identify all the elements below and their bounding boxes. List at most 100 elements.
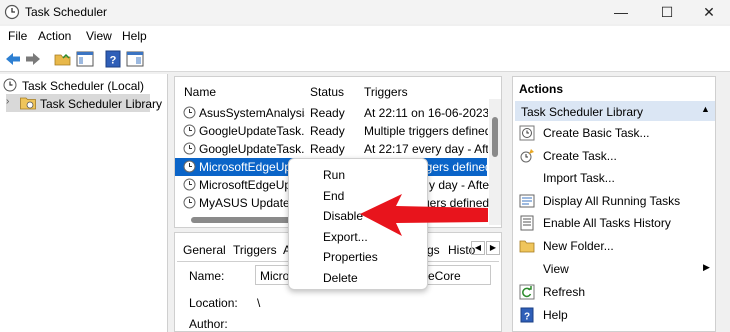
menu-view[interactable]: View <box>86 29 112 43</box>
action-label: Create Task... <box>543 149 617 163</box>
task-status: Ready <box>310 142 345 156</box>
folder-icon <box>519 240 535 253</box>
toolbar: ? <box>0 46 730 72</box>
task-triggers: Multiple triggers defined <box>364 124 488 138</box>
menu-bar: File Action View Help <box>0 26 730 46</box>
context-run[interactable]: Run <box>323 168 345 182</box>
clock-icon <box>3 78 17 92</box>
name-label: Name: <box>189 269 225 283</box>
task-triggers: ggers defined <box>419 160 489 174</box>
create-basic-task-icon <box>519 125 535 141</box>
show-hide-console-tree-icon[interactable] <box>76 50 94 68</box>
vertical-scrollbar[interactable] <box>489 99 501 225</box>
menu-action[interactable]: Action <box>38 29 71 43</box>
close-button[interactable]: ✕ <box>686 0 730 24</box>
action-label: View <box>543 262 569 276</box>
task-clock-icon <box>183 124 196 137</box>
scrollbar-thumb[interactable] <box>492 117 498 157</box>
action-label: Create Basic Task... <box>543 126 650 140</box>
action-refresh[interactable]: Refresh <box>517 281 713 303</box>
task-triggers: At 22:17 every day - After <box>364 142 488 156</box>
svg-text:?: ? <box>524 312 530 323</box>
help-toolbar-icon[interactable]: ? <box>104 50 122 68</box>
action-display-running-tasks[interactable]: Display All Running Tasks <box>517 190 713 212</box>
task-clock-icon <box>183 178 196 191</box>
forward-arrow-icon[interactable] <box>24 50 42 68</box>
actions-section-header[interactable]: Task Scheduler Library ▲ <box>515 101 715 121</box>
tab-scroll-left-icon[interactable]: ◀ <box>471 241 485 255</box>
action-label: Refresh <box>543 285 586 299</box>
task-status: Ready <box>310 106 345 120</box>
name-field-start: Micro <box>260 269 290 283</box>
task-clock-icon <box>183 106 196 119</box>
task-row[interactable]: AsusSystemAnalysis... Ready At 22:11 on … <box>175 104 488 122</box>
author-label: Author: <box>189 317 228 331</box>
back-arrow-icon[interactable] <box>4 50 22 68</box>
action-label: Display All Running Tasks <box>543 194 681 208</box>
column-header-triggers[interactable]: Triggers <box>364 85 408 99</box>
actions-title: Actions <box>519 82 564 96</box>
location-label: Location: <box>189 296 238 310</box>
action-create-basic-task[interactable]: Create Basic Task... <box>517 122 713 144</box>
action-label: Help <box>543 308 568 322</box>
window-title: Task Scheduler <box>25 5 108 19</box>
task-clock-icon <box>183 196 196 209</box>
task-status: Ready <box>310 124 345 138</box>
action-label: Enable All Tasks History <box>543 216 671 230</box>
create-task-icon <box>520 149 534 163</box>
tree-library-label: Task Scheduler Library <box>40 97 163 111</box>
action-create-task[interactable]: Create Task... <box>517 145 713 167</box>
action-new-folder[interactable]: New Folder... <box>517 235 713 257</box>
refresh-icon <box>519 284 535 300</box>
tab-general[interactable]: General <box>183 243 226 257</box>
column-header-name[interactable]: Name <box>184 85 216 99</box>
running-tasks-icon <box>519 194 535 208</box>
actions-section-label: Task Scheduler Library <box>521 105 644 119</box>
up-folder-icon[interactable] <box>54 50 72 68</box>
task-clock-icon <box>183 160 196 173</box>
name-field-end: eCore <box>428 269 461 283</box>
tree-root-label: Task Scheduler (Local) <box>22 79 145 93</box>
task-name: GoogleUpdateTask... <box>199 124 305 138</box>
location-value: \ <box>257 296 261 310</box>
maximize-button[interactable]: ☐ <box>644 0 690 24</box>
tab-settings[interactable]: gs <box>427 243 440 257</box>
menu-file[interactable]: File <box>8 29 27 43</box>
context-end[interactable]: End <box>323 189 344 203</box>
actions-scrollbar[interactable] <box>718 76 730 332</box>
history-icon <box>520 215 534 231</box>
actions-pane: Actions Task Scheduler Library ▲ Create … <box>512 76 716 332</box>
task-triggers: At 22:11 on 16-06-2023 - A <box>364 106 488 120</box>
minimize-button[interactable]: — <box>598 0 644 24</box>
task-clock-icon <box>183 142 196 155</box>
task-row[interactable]: GoogleUpdateTask... Ready At 22:17 every… <box>175 140 488 158</box>
menu-help[interactable]: Help <box>122 29 147 43</box>
tab-scroll-right-icon[interactable]: ▶ <box>486 241 500 255</box>
tree-item-task-scheduler-library[interactable]: › Task Scheduler Library <box>6 94 162 112</box>
submenu-arrow-icon: ▶ <box>703 262 710 272</box>
svg-text:?: ? <box>110 55 117 67</box>
tab-triggers[interactable]: Triggers <box>233 243 277 257</box>
task-scheduler-clock-icon <box>4 4 20 20</box>
action-import-task[interactable]: Import Task... <box>517 167 713 189</box>
action-view[interactable]: View ▶ <box>517 258 713 280</box>
task-row[interactable]: GoogleUpdateTask... Ready Multiple trigg… <box>175 122 488 140</box>
folder-clock-icon <box>20 97 36 110</box>
action-label: New Folder... <box>543 239 614 253</box>
context-properties[interactable]: Properties <box>323 250 378 264</box>
action-enable-tasks-history[interactable]: Enable All Tasks History <box>517 212 713 234</box>
show-hide-action-pane-icon[interactable] <box>126 50 144 68</box>
task-name: GoogleUpdateTask... <box>199 142 305 156</box>
expand-chevron-icon[interactable]: › <box>6 96 9 107</box>
action-help[interactable]: ? Help <box>517 304 713 326</box>
console-tree: Task Scheduler (Local) › Task Scheduler … <box>0 74 168 332</box>
red-arrow-annotation-icon <box>360 194 488 236</box>
scrollbar-thumb[interactable] <box>191 217 301 223</box>
column-header-status[interactable]: Status <box>310 85 344 99</box>
collapse-triangle-icon[interactable]: ▲ <box>701 104 710 114</box>
task-name: AsusSystemAnalysis... <box>199 106 305 120</box>
title-bar: Task Scheduler — ☐ ✕ <box>0 0 730 24</box>
help-icon: ? <box>520 307 534 323</box>
action-label: Import Task... <box>543 171 615 185</box>
context-delete[interactable]: Delete <box>323 271 358 285</box>
